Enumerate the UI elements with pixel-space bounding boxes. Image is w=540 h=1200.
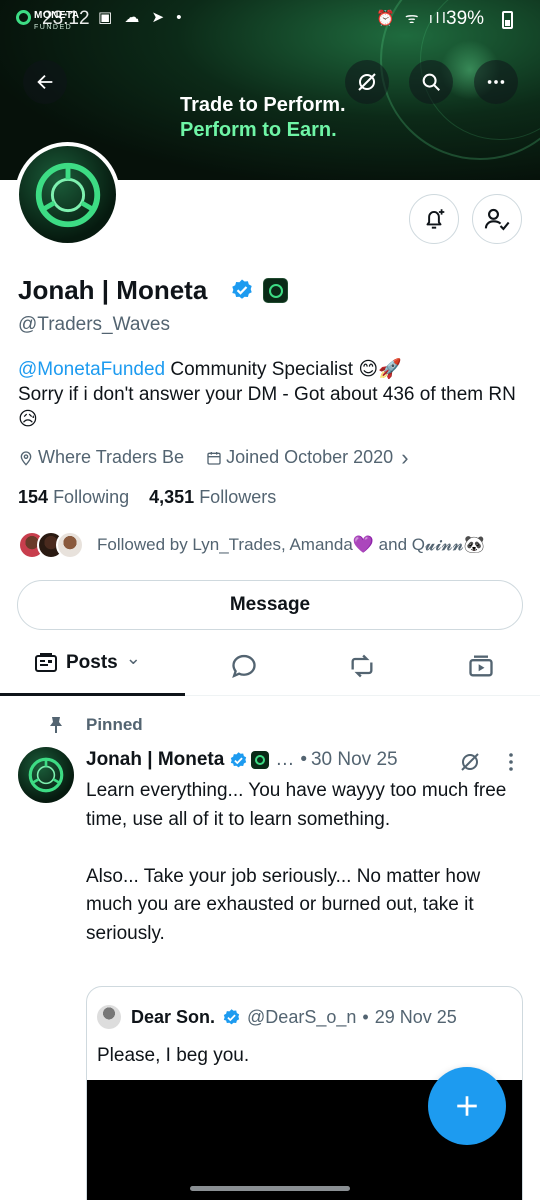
back-button[interactable]: [23, 60, 67, 104]
verified-badge-icon: [231, 751, 247, 767]
quoted-author-handle: @DearS_o_n: [247, 1006, 357, 1027]
quoted-post-date: 29 Nov 25: [374, 1006, 457, 1027]
following-link[interactable]: 154 Following: [18, 487, 129, 507]
calendar-icon: [207, 451, 221, 465]
joined-date[interactable]: Joined October 2020 ›: [206, 444, 409, 470]
bell-plus-icon: [426, 209, 445, 229]
banner-line-1: Trade to Perform.: [180, 94, 346, 116]
pinned-label: Pinned: [86, 715, 143, 734]
search-button[interactable]: [409, 60, 453, 104]
handle-ellipsis: …: [275, 749, 295, 770]
post-header: Jonah | Moneta … • 30 Nov 25: [86, 749, 398, 771]
moneta-logo-icon: [268, 283, 283, 298]
compose-button[interactable]: [428, 1067, 506, 1145]
battery-icon: [502, 11, 513, 29]
following-label: Following: [53, 487, 130, 507]
video-icon[interactable]: [467, 652, 495, 680]
active-tab-indicator: [0, 693, 185, 696]
no-grok-icon[interactable]: [458, 750, 482, 774]
quoted-author-name: Dear Son.: [131, 1006, 216, 1027]
profile-handle: @Traders_Waves: [18, 314, 170, 335]
followed-by-text: Followed by Lyn_Trades, Amanda💜 and Q𝓾𝓲𝓷…: [97, 535, 486, 554]
system-icons: ⏰ ᯤ ıll: [376, 10, 449, 27]
followers-count: 4,351: [149, 487, 195, 507]
profile-tabs: Posts ⌄: [0, 640, 540, 696]
followers-label: Followers: [199, 487, 277, 507]
more-horizontal-icon: [487, 80, 505, 84]
profile-bio: @MonetaFunded Community Specialist 😊🚀 So…: [18, 357, 518, 432]
posts-icon: [35, 653, 57, 672]
arrow-left-icon: [37, 74, 53, 90]
home-indicator[interactable]: [190, 1186, 350, 1191]
speech-bubble-icon[interactable]: [230, 652, 258, 680]
verified-badge-icon[interactable]: [230, 278, 254, 302]
no-grok-icon: [358, 73, 376, 91]
avatar: [97, 1005, 121, 1029]
banner-line-2: Perform to Earn.: [180, 119, 337, 141]
notifications-button[interactable]: [409, 194, 459, 244]
status-bar: MONETA FUNDED 23:12 ▣ ☁ ➤ • ⏰ ᯤ ıll 39%: [0, 0, 540, 38]
location-text: Where Traders Be: [38, 447, 185, 467]
followers-link[interactable]: 4,351 Followers: [149, 487, 276, 507]
profile-meta: Where Traders Be Joined October 2020 ›: [18, 444, 431, 470]
bio-text: Sorry if i don't answer your DM - Got ab…: [18, 384, 516, 430]
separator: •: [300, 749, 307, 770]
post-author-avatar[interactable]: [18, 747, 74, 803]
location: Where Traders Be: [18, 447, 184, 468]
battery-level: 39%: [446, 8, 485, 29]
following-button[interactable]: [472, 194, 522, 244]
quoted-post-text: Please, I beg you.: [97, 1045, 250, 1066]
separator: •: [362, 1006, 369, 1027]
profile-avatar[interactable]: [15, 142, 120, 247]
location-pin-icon: [20, 450, 32, 466]
chevron-down-icon: ⌄: [125, 647, 141, 668]
person-check-icon: [484, 208, 510, 231]
banner-slogan: Trade to Perform. Perform to Earn.: [180, 93, 346, 143]
bio-text: Community Specialist 😊🚀: [165, 359, 402, 380]
post-author-name[interactable]: Jonah | Moneta: [86, 749, 224, 771]
following-count: 154: [18, 487, 49, 507]
moneta-logo-icon: [35, 162, 100, 227]
affiliate-badge: [251, 751, 270, 769]
post-body: Learn everything... You have wayyy too m…: [86, 780, 507, 944]
search-icon: [422, 73, 440, 91]
moneta-logo-icon: [28, 757, 64, 793]
repost-icon[interactable]: [348, 652, 376, 680]
moneta-logo-image: [19, 146, 116, 243]
joined-text: Joined October 2020: [226, 447, 394, 467]
avatar: [56, 531, 84, 559]
more-vertical-icon[interactable]: [506, 752, 516, 772]
bio-mention-link[interactable]: @MonetaFunded: [18, 359, 165, 380]
moneta-logo-icon: [16, 10, 31, 25]
message-button[interactable]: Message: [17, 580, 523, 630]
followed-by[interactable]: Followed by Lyn_Trades, Amanda💜 and Q𝓾𝓲𝓷…: [18, 531, 485, 559]
status-time: 23:12: [42, 8, 90, 29]
tab-posts-label: Posts: [66, 652, 118, 673]
follow-stats: 154 Following 4,351 Followers: [18, 487, 276, 508]
profile-display-name: Jonah | Moneta: [18, 275, 208, 305]
quoted-post-header: Dear Son. @DearS_o_n • 29 Nov 25: [97, 1005, 457, 1029]
plus-icon: [457, 1096, 477, 1116]
pin-icon: [50, 717, 62, 733]
moneta-logo-icon: [255, 755, 266, 765]
tab-posts[interactable]: Posts ⌄: [34, 648, 141, 674]
more-options-button[interactable]: [474, 60, 518, 104]
post-date[interactable]: 30 Nov 25: [311, 749, 398, 771]
chevron-right-icon: ›: [401, 444, 409, 470]
notification-icons: ▣ ☁ ➤ •: [98, 9, 186, 26]
grok-off-button[interactable]: [345, 60, 389, 104]
affiliate-badge[interactable]: [263, 278, 288, 303]
pinned-label-row: Pinned: [48, 715, 143, 735]
verified-badge-icon: [223, 1008, 240, 1024]
